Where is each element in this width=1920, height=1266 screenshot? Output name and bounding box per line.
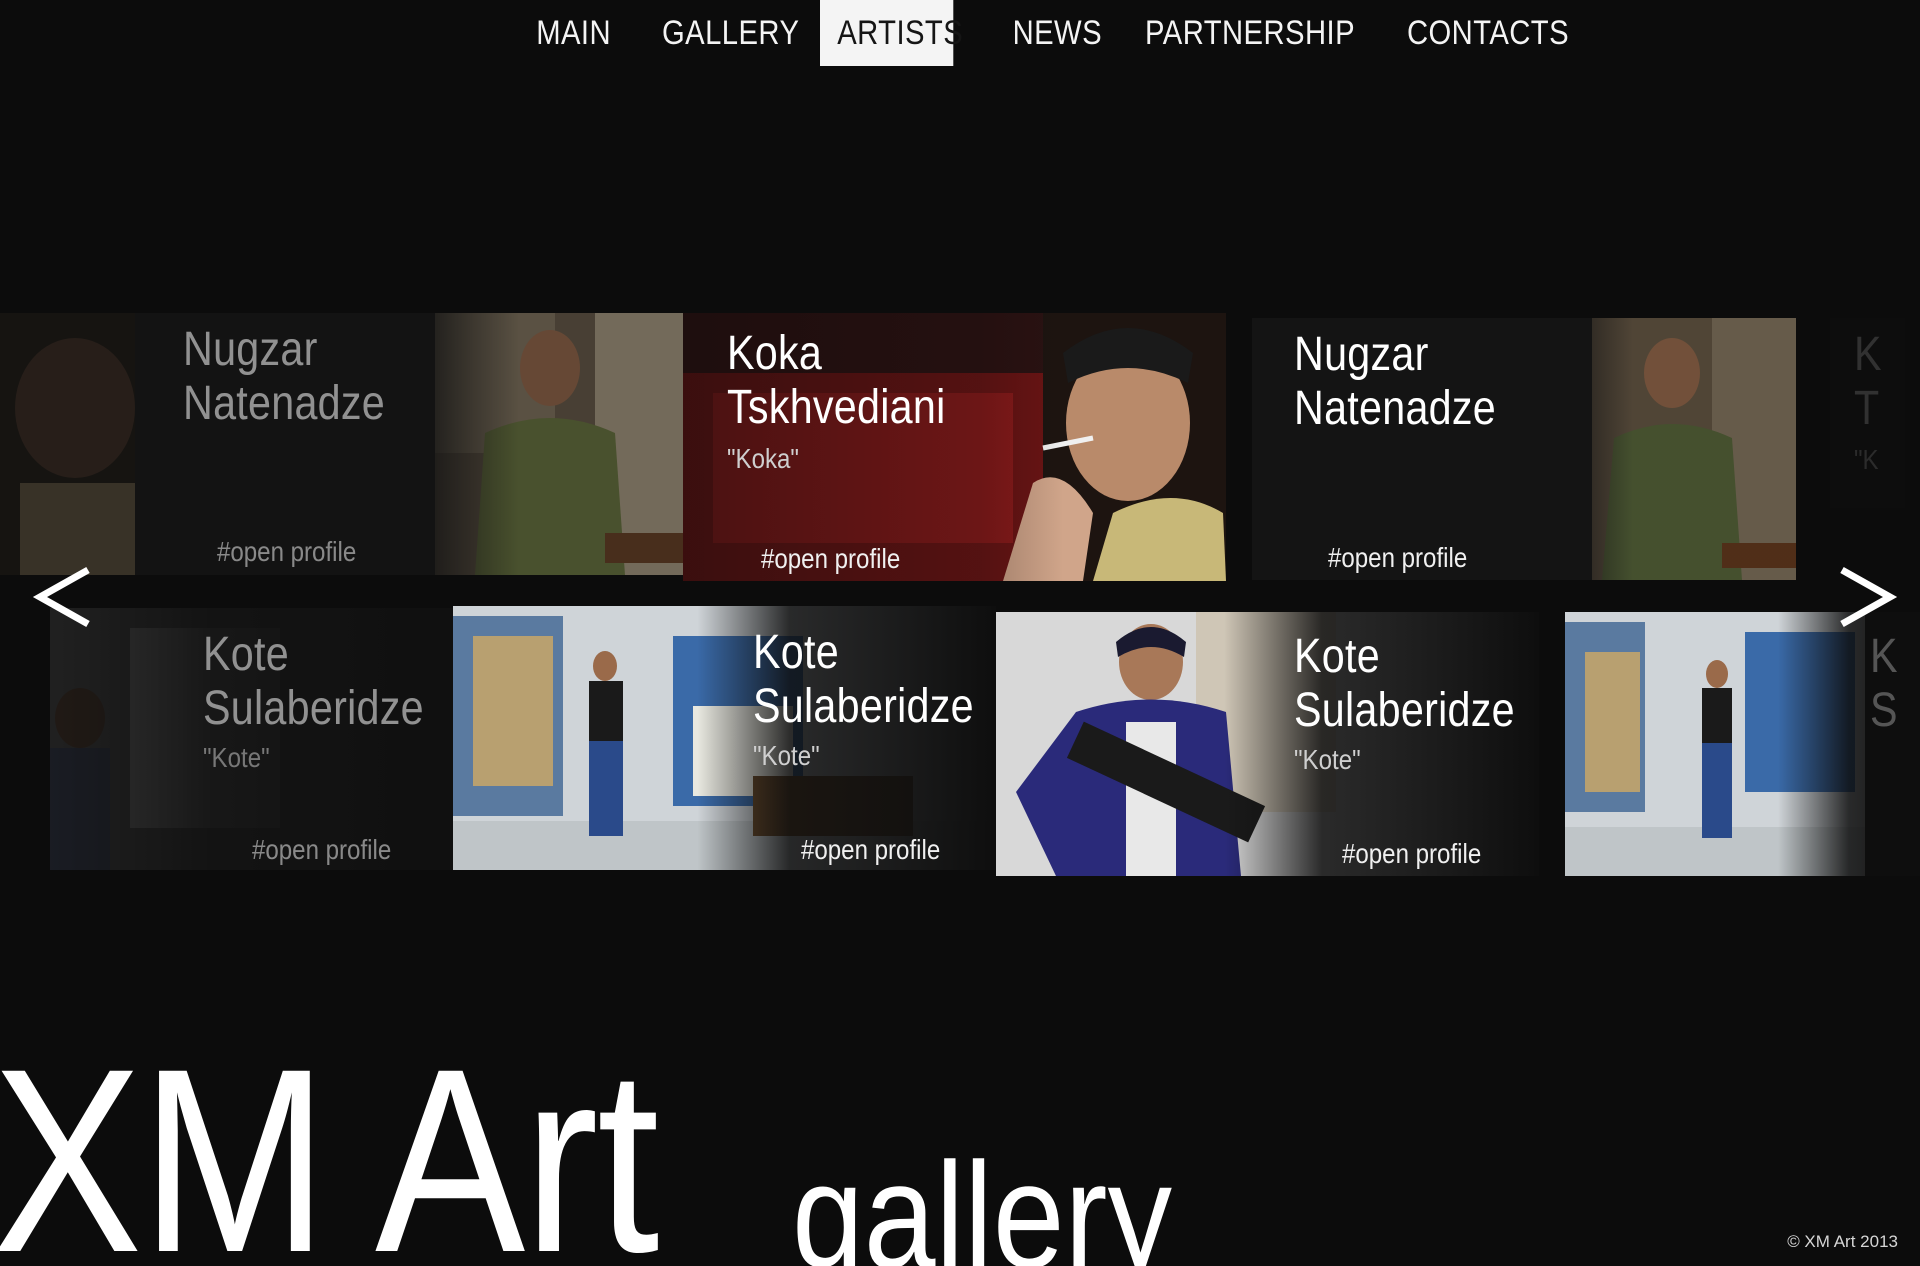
card-shade <box>453 606 996 870</box>
artist-nickname: "K <box>1854 444 1879 475</box>
page: MAIN GALLERY ARTISTS NEWS PARTNERSHIP CO… <box>0 0 1920 1266</box>
artist-name-last: Sulaberidze <box>1294 684 1515 737</box>
nav-artists[interactable]: ARTISTS <box>820 0 963 66</box>
artist-card-fragment-right[interactable]: K S <box>1565 612 1920 876</box>
artist-name-first: K <box>1854 328 1882 381</box>
artist-name-last: S <box>1870 684 1898 737</box>
nav-partnership[interactable]: PARTNERSHIP <box>1145 0 1355 66</box>
artist-name-last: Sulaberidze <box>753 680 974 733</box>
open-profile-link[interactable]: #open profile <box>217 536 356 568</box>
card-shade <box>1565 612 1920 876</box>
top-nav: MAIN GALLERY ARTISTS NEWS PARTNERSHIP CO… <box>0 0 1920 66</box>
artist-name-last: Natenadze <box>183 377 385 430</box>
artist-card-fragment-right: K T "K <box>1830 318 1920 580</box>
open-profile-link[interactable]: #open profile <box>761 543 900 575</box>
artist-nickname: "Kote" <box>203 742 270 773</box>
artist-card[interactable]: Nugzar Natenadze #open profile <box>135 313 683 575</box>
artist-card[interactable]: Nugzar Natenadze #open profile <box>1252 318 1796 580</box>
artist-name-last: Natenadze <box>1294 382 1496 435</box>
nav-gallery[interactable]: GALLERY <box>662 0 799 66</box>
artist-name-last: T <box>1854 382 1880 435</box>
artist-name-last: Tskhvediani <box>727 381 946 434</box>
artist-name-first: Nugzar <box>183 323 318 376</box>
artist-name-last: Sulaberidze <box>203 682 424 735</box>
artist-name-first: Nugzar <box>1294 328 1429 381</box>
artist-name-first: Kote <box>203 628 289 681</box>
nav-news[interactable]: NEWS <box>1010 0 1105 66</box>
open-profile-link[interactable]: #open profile <box>801 834 940 866</box>
artist-name-first: Kote <box>1294 630 1380 683</box>
carousel-prev-arrow[interactable] <box>30 552 100 642</box>
carousel-next-arrow[interactable] <box>1830 552 1900 642</box>
artist-name-first: Koka <box>727 327 823 380</box>
logo-sub-text: gallery <box>792 1131 1173 1266</box>
artist-card[interactable]: Koka Tskhvediani "Koka" #open profile <box>683 313 1226 581</box>
artist-nickname: "Kote" <box>1294 744 1361 775</box>
nav-main[interactable]: MAIN <box>522 0 625 66</box>
artist-nickname: "Kote" <box>753 740 820 771</box>
artist-card[interactable]: Kote Sulaberidze "Kote" #open profile <box>453 606 996 870</box>
nav-contacts[interactable]: CONTACTS <box>1402 0 1574 66</box>
artist-name-first: Kote <box>753 626 839 679</box>
artist-nickname: "Koka" <box>727 443 799 474</box>
chevron-right-icon <box>1840 566 1898 628</box>
chevron-left-icon <box>32 566 90 628</box>
copyright-text: © XM Art 2013 <box>1787 1232 1898 1251</box>
artist-card-fragment-left <box>0 313 135 575</box>
artist-card[interactable]: Kote Sulaberidze "Kote" #open profile <box>50 608 453 870</box>
logo-main-text: XM Art <box>0 1014 659 1266</box>
artist-card[interactable]: Kote Sulaberidze "Kote" #open profile <box>996 612 1539 876</box>
artist-photo <box>0 313 135 575</box>
open-profile-link[interactable]: #open profile <box>252 834 391 866</box>
open-profile-link[interactable]: #open profile <box>1328 542 1467 574</box>
open-profile-link[interactable]: #open profile <box>1342 838 1481 870</box>
card-shade <box>996 612 1539 876</box>
